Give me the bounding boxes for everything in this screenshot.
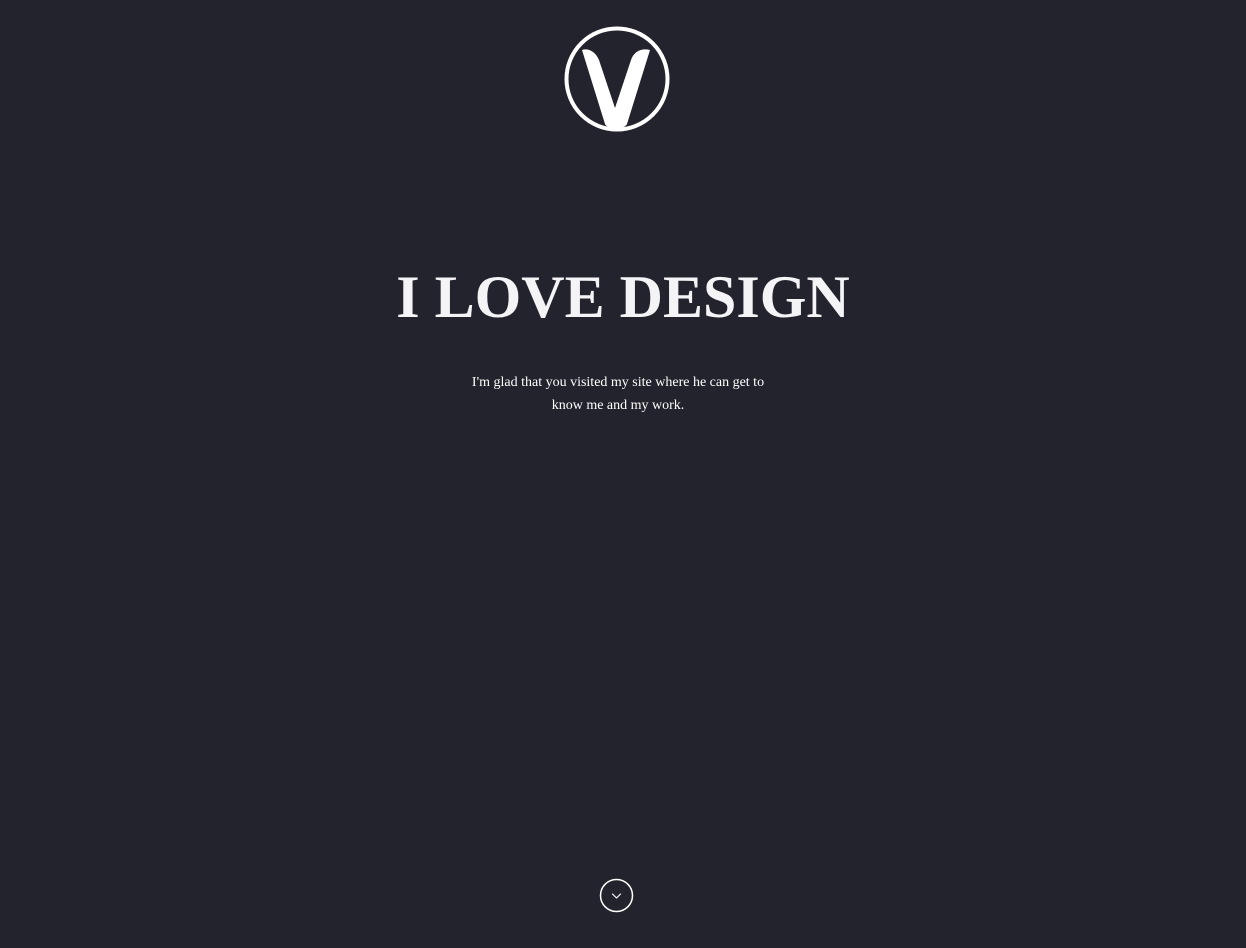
page-headline: I LOVE DESIGN xyxy=(396,264,850,330)
intro-line-2: know me and my work. xyxy=(551,398,685,413)
v-logo-icon xyxy=(564,26,670,132)
scroll-down-button[interactable] xyxy=(599,878,634,913)
chevron-down-icon xyxy=(599,878,634,913)
intro-line-1: I'm glad that you visited my site where … xyxy=(471,375,765,390)
intro-text: I'm glad that you visited my site where … xyxy=(463,371,773,417)
hero-section: I LOVE DESIGN I'm glad that you visited … xyxy=(0,0,1246,948)
